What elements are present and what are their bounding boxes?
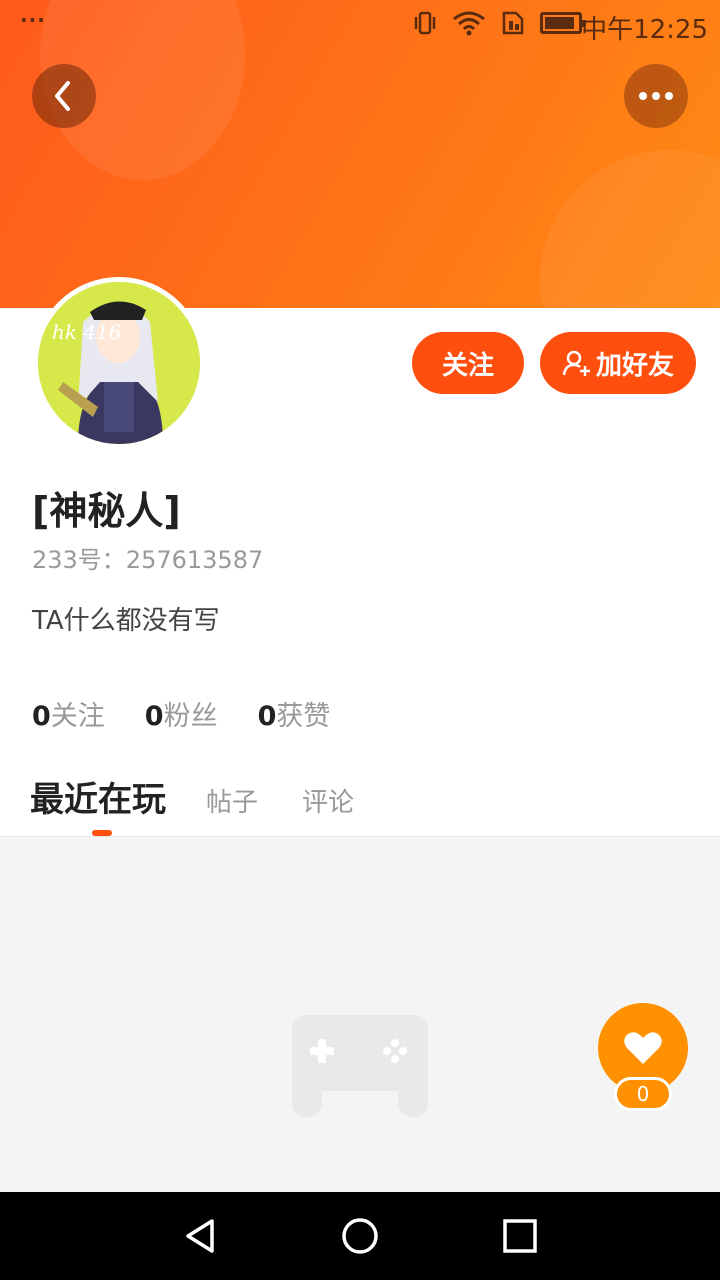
stat-label: 关注 [50,701,105,732]
profile-header: ··· 中午12:25 [0,0,720,308]
stat-count: 0 [144,701,164,732]
stat-label: 粉丝 [163,701,218,732]
more-horizontal-icon [652,92,660,100]
back-triangle-icon[interactable] [180,1216,220,1256]
chevron-left-icon [55,81,70,111]
add-friend-button[interactable]: 加好友 [540,332,696,394]
system-navigation-bar [0,1192,720,1280]
heart-icon [624,1032,662,1064]
profile-name: [神秘人] [32,489,181,533]
more-horizontal-icon [665,92,673,100]
game-controller-icon [292,1015,428,1117]
notification-dots: ··· [20,8,46,32]
header-decoration [540,150,720,308]
avatar[interactable]: hk 416 [33,277,205,449]
vibrate-icon [414,11,436,35]
tab-content-empty: 0 [0,836,720,1192]
home-circle-icon[interactable] [340,1216,380,1256]
avatar-illustration [38,282,200,444]
tab-posts[interactable]: 帖子 [206,782,258,819]
tab-recently-played[interactable]: 最近在玩 [30,772,166,821]
follow-button[interactable]: 关注 [412,332,524,394]
avatar-image: hk 416 [38,282,200,444]
more-horizontal-icon [639,92,647,100]
stat-likes[interactable]: 0获赞 [258,694,331,733]
stat-label: 获赞 [276,701,331,732]
profile-bio: TA什么都没有写 [32,606,220,636]
status-time: 中午12:25 [581,15,708,45]
recents-square-icon[interactable] [500,1216,540,1256]
more-button[interactable] [624,64,688,128]
status-bar: ··· 中午12:25 [0,0,720,48]
tab-comments[interactable]: 评论 [302,782,354,819]
add-friend-label: 加好友 [595,350,674,381]
profile-stats: 0关注 0粉丝 0获赞 [32,694,330,733]
stat-fans[interactable]: 0粉丝 [145,694,218,733]
status-icons [412,10,586,36]
avatar-signature: hk 416 [52,320,122,344]
wifi-icon [453,11,485,36]
stat-following[interactable]: 0关注 [32,694,105,733]
stat-count: 0 [32,701,51,732]
stat-count: 0 [257,701,277,732]
back-button[interactable] [32,64,96,128]
profile-uid: 233号：257613587 [32,546,264,574]
battery-icon [540,12,586,34]
like-count-badge: 0 [614,1077,672,1111]
add-user-icon [562,350,590,376]
sim-icon [502,11,524,35]
profile-tabs: 最近在玩 帖子 评论 [30,772,398,821]
